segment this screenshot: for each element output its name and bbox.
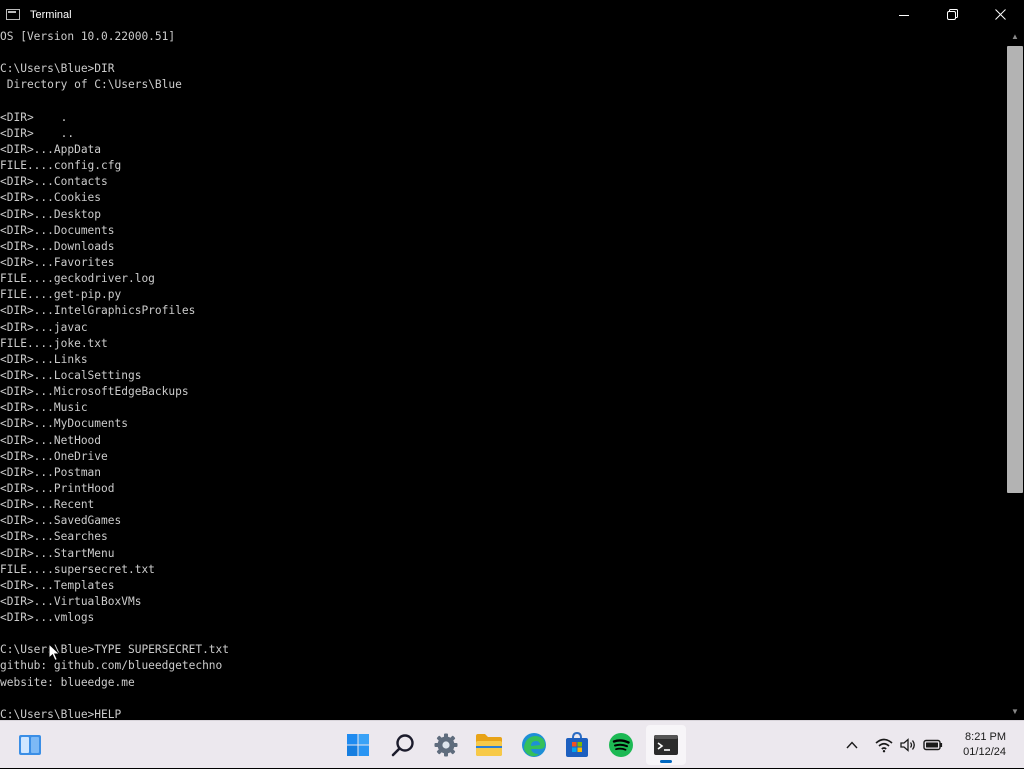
settings-icon bbox=[434, 733, 458, 757]
console-line: FILE....supersecret.txt bbox=[0, 562, 155, 576]
wifi-icon[interactable] bbox=[875, 737, 893, 753]
console-line: <DIR>...Postman bbox=[0, 465, 102, 479]
search-button[interactable] bbox=[383, 725, 423, 765]
volume-icon[interactable] bbox=[899, 737, 917, 753]
minimize-icon bbox=[899, 14, 909, 16]
search-icon bbox=[391, 734, 414, 757]
console-output[interactable]: OS [Version 10.0.22000.51] C:\Users\Blue>… bbox=[0, 29, 1006, 720]
console-line: <DIR>...Contacts bbox=[0, 175, 108, 189]
scroll-down-icon[interactable]: ▼ bbox=[1010, 708, 1020, 716]
console-line: <DIR>...Cookies bbox=[0, 191, 102, 205]
clock-date: 01/12/24 bbox=[963, 746, 1006, 758]
console-line: <DIR>...IntelGraphicsProfiles bbox=[0, 304, 196, 318]
system-tray bbox=[845, 721, 943, 769]
taskbar-clock[interactable]: 8:21 PM 01/12/24 bbox=[963, 730, 1006, 760]
widgets-icon bbox=[19, 735, 41, 755]
widgets-button[interactable] bbox=[10, 725, 50, 765]
console-line: <DIR>...OneDrive bbox=[0, 449, 108, 463]
restore-icon bbox=[946, 9, 958, 20]
console-line: <DIR>...Favorites bbox=[0, 255, 115, 269]
console-line: <DIR>...Links bbox=[0, 352, 88, 366]
console-line: OS [Version 10.0.22000.51] bbox=[0, 30, 176, 43]
file-explorer-icon bbox=[476, 734, 502, 756]
battery-icon[interactable] bbox=[923, 738, 943, 752]
console-line: <DIR>...AppData bbox=[0, 142, 102, 156]
console-line: <DIR>...vmlogs bbox=[0, 611, 95, 625]
console-line: <DIR>...PrintHood bbox=[0, 481, 115, 495]
taskbar: 8:21 PM 01/12/24 bbox=[0, 720, 1024, 768]
console-line: <DIR>...Documents bbox=[0, 223, 115, 237]
console-line: <DIR>...SavedGames bbox=[0, 514, 122, 528]
console-line: <DIR>...StartMenu bbox=[0, 546, 115, 560]
start-button[interactable] bbox=[338, 725, 378, 765]
store-button[interactable] bbox=[557, 725, 597, 765]
maximize-button[interactable] bbox=[928, 0, 976, 29]
close-button[interactable] bbox=[976, 0, 1024, 29]
console-line: <DIR>...Searches bbox=[0, 530, 108, 544]
spotify-icon bbox=[609, 733, 633, 757]
console-line: <DIR>...Recent bbox=[0, 498, 95, 512]
close-icon bbox=[994, 9, 1006, 20]
chevron-up-icon[interactable] bbox=[845, 738, 859, 752]
console-line: FILE....geckodriver.log bbox=[0, 272, 155, 286]
clock-time: 8:21 PM bbox=[965, 731, 1006, 743]
console-line: <DIR>...MicrosoftEdgeBackups bbox=[0, 385, 189, 399]
console-line: github: github.com/blueedgetechno bbox=[0, 659, 223, 673]
settings-button[interactable] bbox=[426, 725, 466, 765]
console-line: <DIR> .. bbox=[0, 126, 75, 140]
console-line: <DIR>...NetHood bbox=[0, 433, 102, 447]
console-line: C:\Users\Blue>TYPE SUPERSECRET.txt bbox=[0, 643, 230, 657]
console-line: C:\Users\Blue>HELP bbox=[0, 707, 122, 720]
terminal-taskbar-button[interactable] bbox=[646, 725, 686, 765]
console-line: <DIR> . bbox=[0, 110, 68, 124]
spotify-button[interactable] bbox=[601, 725, 641, 765]
console-line: FILE....get-pip.py bbox=[0, 288, 122, 302]
edge-button[interactable] bbox=[514, 725, 554, 765]
console-line: website: blueedge.me bbox=[0, 675, 135, 689]
console-line: Directory of C:\Users\Blue bbox=[0, 78, 182, 92]
edge-icon bbox=[522, 733, 546, 757]
console-line: <DIR>...VirtualBoxVMs bbox=[0, 594, 142, 608]
mouse-cursor-icon bbox=[48, 643, 61, 662]
terminal-icon bbox=[654, 735, 678, 755]
terminal-app-icon bbox=[6, 9, 20, 20]
store-icon bbox=[566, 732, 588, 757]
console-line: <DIR>...javac bbox=[0, 320, 88, 334]
active-indicator bbox=[660, 760, 672, 763]
title-bar[interactable]: Terminal bbox=[0, 0, 1024, 29]
minimize-button[interactable] bbox=[880, 0, 928, 29]
console-line: FILE....joke.txt bbox=[0, 336, 108, 350]
window-title: Terminal bbox=[30, 8, 72, 21]
console-line: <DIR>...MyDocuments bbox=[0, 417, 128, 431]
console-line: <DIR>...Music bbox=[0, 401, 88, 415]
console-scrollbar[interactable]: ▲ ▼ bbox=[1006, 29, 1024, 720]
start-icon bbox=[347, 734, 369, 756]
scroll-up-icon[interactable]: ▲ bbox=[1010, 33, 1020, 41]
console-line: <DIR>...Downloads bbox=[0, 239, 115, 253]
console-line: <DIR>...Templates bbox=[0, 578, 115, 592]
console-line: <DIR>...Desktop bbox=[0, 207, 102, 221]
console-line: FILE....config.cfg bbox=[0, 159, 122, 173]
file-explorer-button[interactable] bbox=[469, 725, 509, 765]
window-controls bbox=[880, 0, 1024, 29]
scroll-thumb[interactable] bbox=[1007, 46, 1023, 493]
console-line: <DIR>...LocalSettings bbox=[0, 368, 142, 382]
console-line: C:\Users\Blue>DIR bbox=[0, 62, 115, 76]
